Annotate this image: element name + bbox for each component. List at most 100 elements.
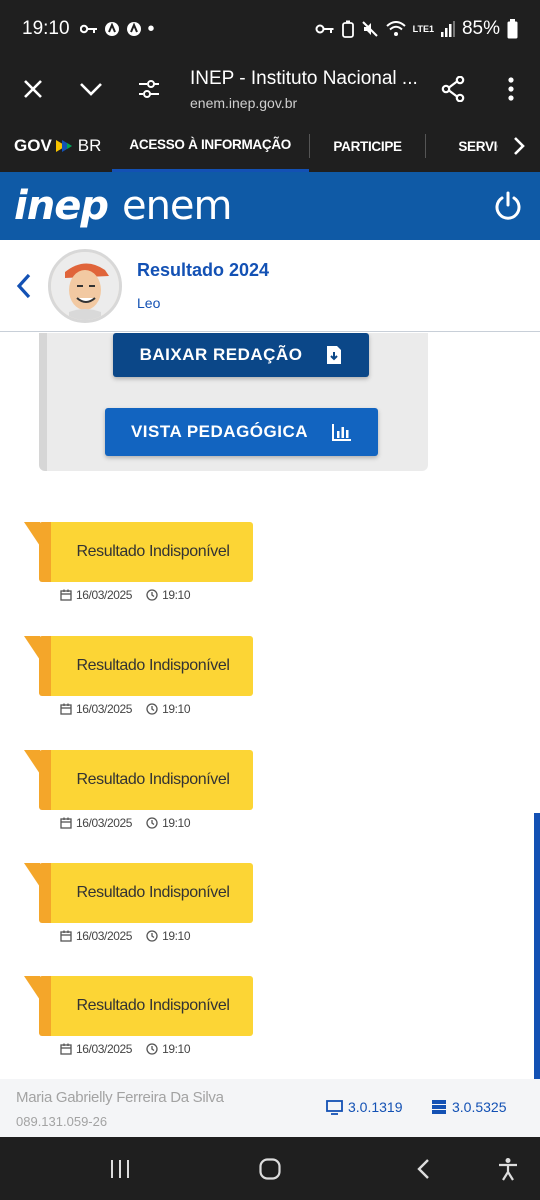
share-icon [441, 76, 465, 102]
recent-apps-button[interactable] [90, 1137, 150, 1200]
notification-meta: 16/03/2025 19:10 [60, 816, 190, 830]
network-type: LTE1 [412, 24, 434, 34]
page-url: enem.inep.gov.br [190, 94, 298, 111]
calendar-icon [60, 703, 72, 715]
chevron-right-icon [514, 137, 525, 155]
home-icon [259, 1157, 281, 1180]
footer-user-name: Maria Gabrielly Ferreira Da Silva [16, 1089, 224, 1106]
clock-icon [146, 817, 158, 829]
site-settings-button[interactable] [120, 58, 178, 120]
gov-br-logo[interactable]: GOV BR [0, 136, 110, 156]
notification-date: 16/03/2025 [76, 1042, 133, 1056]
tabs-next-button[interactable] [498, 136, 540, 156]
notification-meta: 16/03/2025 19:10 [60, 929, 190, 943]
notification-date: 16/03/2025 [76, 816, 133, 830]
accessibility-button[interactable] [478, 1137, 538, 1200]
browser-toolbar: INEP - Instituto Nacional ... enem.inep.… [0, 58, 540, 120]
avatar-cartoon-icon [51, 251, 119, 320]
close-icon [24, 80, 42, 98]
result-title: Resultado 2024 [137, 260, 270, 280]
notification-time: 19:10 [162, 929, 191, 943]
server-icon [432, 1100, 446, 1114]
clock-icon [146, 1043, 158, 1055]
share-button[interactable] [424, 58, 482, 120]
vista-pedagogica-label: VISTA PEDAGÓGICA [130, 422, 309, 441]
footer-cpf: 089.131.059-26 [16, 1114, 108, 1129]
notification-bubble: Resultado Indisponível [39, 636, 253, 696]
battery-icon [507, 19, 518, 39]
status-bar: 19:10 • LTE1 85% [0, 0, 540, 58]
gov-bar: GOV BR ACESSO À INFORMAÇÃO PARTICIPE SER… [0, 120, 540, 172]
result-header: Resultado 2024 Leo [0, 240, 540, 332]
result-header-text: Resultado 2024 Leo [137, 260, 269, 311]
clock-icon [146, 703, 158, 715]
battery-percent: 85% [461, 18, 500, 39]
tune-icon [139, 80, 159, 98]
notification-meta: 16/03/2025 19:10 [60, 588, 190, 602]
bar-chart-icon [332, 424, 352, 441]
clock-icon [146, 589, 158, 601]
close-tab-button[interactable] [4, 58, 62, 120]
more-vert-icon [508, 77, 514, 101]
notification-bubble: Resultado Indisponível [39, 976, 253, 1036]
inep-logo[interactable]: inep [14, 183, 109, 229]
power-icon [495, 191, 521, 220]
back-button[interactable] [0, 273, 48, 299]
tab-participe[interactable]: PARTICIPE [310, 120, 426, 172]
calendar-icon [60, 930, 72, 942]
frontend-version-text: 3.0.1319 [348, 1099, 403, 1115]
notification-meta: 16/03/2025 19:10 [60, 702, 190, 716]
recent-apps-icon [111, 1159, 129, 1178]
notification-time: 19:10 [162, 702, 191, 716]
home-button[interactable] [240, 1137, 300, 1200]
key-icon [79, 24, 97, 34]
calendar-icon [60, 589, 72, 601]
status-right: LTE1 85% [315, 18, 518, 40]
gov-arrow-icon [55, 140, 72, 152]
notification-tail [24, 636, 40, 660]
mute-icon [361, 21, 378, 37]
back-arrow-icon [16, 273, 31, 298]
calendar-icon [60, 817, 72, 829]
notification-time: 19:10 [162, 1042, 191, 1056]
notification-tail [24, 863, 40, 887]
wifi-icon [385, 21, 406, 36]
logout-button[interactable] [492, 190, 524, 222]
notification-bubble: Resultado Indisponível [39, 522, 253, 582]
minimize-button[interactable] [62, 58, 120, 120]
more-options-button[interactable] [482, 58, 540, 120]
notification-tail [24, 750, 40, 774]
baixar-redacao-button[interactable]: BAIXAR REDAÇÃO [113, 333, 369, 377]
inep-header: inep enem [0, 172, 540, 240]
tab-acesso-informacao[interactable]: ACESSO À INFORMAÇÃO [111, 120, 309, 172]
status-left-icons: • [79, 18, 155, 40]
br-logo-text: BR [77, 136, 102, 155]
chevron-down-icon [80, 83, 102, 96]
backend-version-text: 3.0.5325 [452, 1099, 507, 1115]
content-area[interactable]: BAIXAR REDAÇÃO VISTA PEDAGÓGICA Resultad… [0, 333, 540, 1079]
frontend-version: 3.0.1319 [326, 1099, 403, 1115]
dot-icon: • [147, 18, 155, 40]
footer: Maria Gabrielly Ferreira Da Silva 089.13… [0, 1079, 540, 1137]
back-nav-button[interactable] [393, 1137, 453, 1200]
notification-time: 19:10 [162, 588, 191, 602]
signal-icon [440, 21, 455, 37]
page-title: INEP - Instituto Nacional ... [190, 67, 418, 89]
backend-version: 3.0.5325 [431, 1099, 507, 1115]
gov-logo-text: GOV [14, 136, 52, 155]
system-nav-bar [0, 1137, 540, 1200]
baixar-redacao-label: BAIXAR REDAÇÃO [139, 345, 303, 364]
notification-tail [24, 976, 40, 1000]
notification-tail [24, 522, 40, 546]
avatar [48, 248, 122, 323]
tab-servicos[interactable]: SERVIÇOS [426, 120, 498, 172]
notification-time: 19:10 [162, 816, 191, 830]
notification-bubble: Resultado Indisponível [39, 750, 253, 810]
calendar-icon [60, 1043, 72, 1055]
vista-pedagogica-button[interactable]: VISTA PEDAGÓGICA [105, 408, 378, 456]
vpn-key-icon [315, 24, 334, 34]
app-icon-2 [126, 22, 141, 36]
address-bar[interactable]: INEP - Instituto Nacional ... enem.inep.… [178, 68, 424, 111]
enem-logo[interactable]: enem [122, 183, 233, 229]
scrollbar[interactable] [534, 813, 540, 1079]
